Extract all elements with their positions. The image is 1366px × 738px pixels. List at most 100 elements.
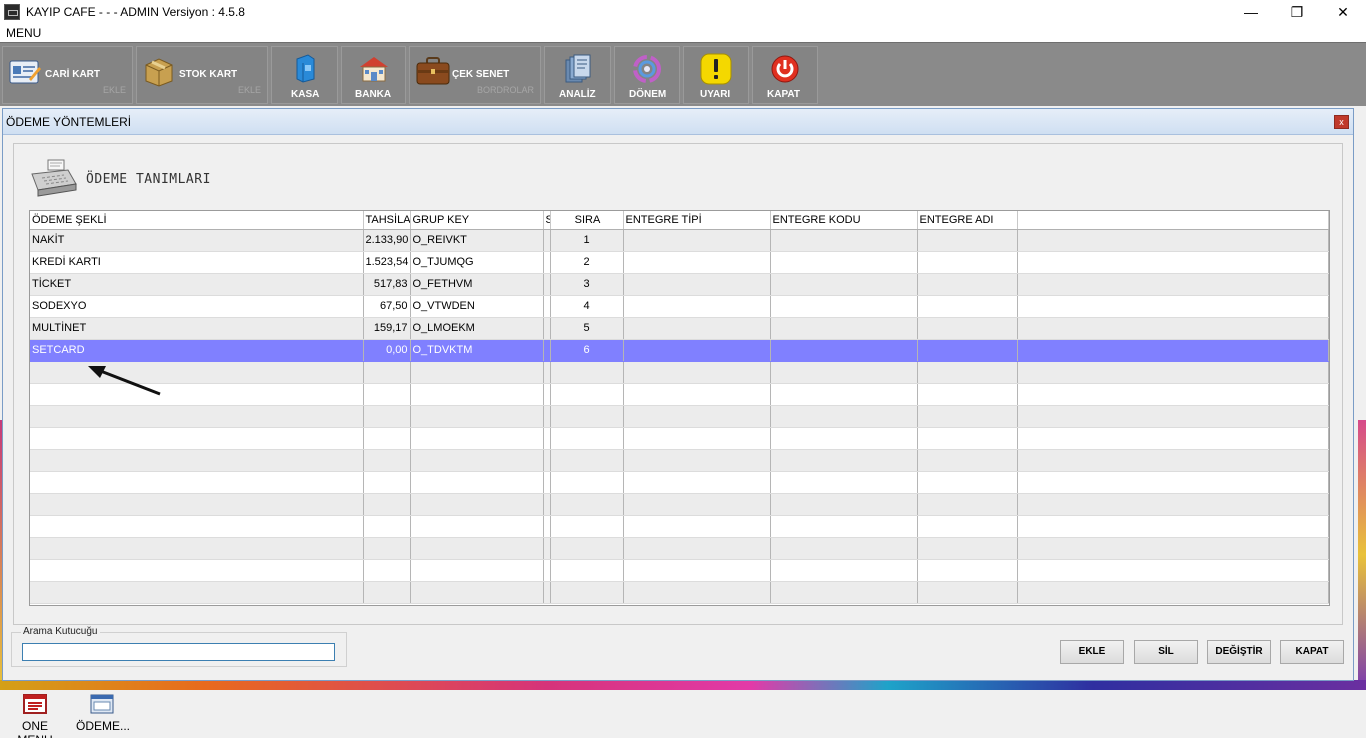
sil-button[interactable]: SİL — [1134, 640, 1198, 664]
cash-register-icon — [296, 54, 315, 83]
cell-empty — [917, 361, 1018, 384]
degistir-button[interactable]: DEĞİŞTİR — [1207, 640, 1271, 664]
dialog-close-button[interactable]: x — [1334, 115, 1349, 129]
cell-tahsilat: 67,50 — [363, 295, 411, 318]
maximize-button[interactable]: ❐ — [1274, 0, 1320, 24]
banka-button[interactable]: BANKA — [341, 46, 406, 104]
cell-empty — [410, 449, 544, 472]
kapat-button[interactable]: KAPAT — [1280, 640, 1344, 664]
minimize-button[interactable]: — — [1228, 0, 1274, 24]
column-header-tahsilat[interactable]: TAHSİLA — [363, 211, 411, 230]
analiz-label: ANALİZ — [559, 89, 596, 100]
cell-entegre-tipi — [623, 229, 771, 252]
search-input[interactable] — [22, 643, 335, 661]
cell-empty — [770, 427, 918, 450]
cell-empty — [30, 471, 364, 494]
kapat-toolbar-button[interactable]: KAPAT — [752, 46, 818, 104]
uyari-button[interactable]: UYARI — [683, 46, 749, 104]
cell-tahsilat: 1.523,54 — [363, 251, 411, 274]
cell-empty — [770, 581, 918, 604]
cell-entegre-kodu — [770, 251, 918, 274]
period-cycle-icon — [633, 55, 661, 83]
table-row-empty[interactable] — [30, 471, 1329, 494]
donem-button[interactable]: DÖNEM — [614, 46, 680, 104]
table-row-empty[interactable] — [30, 537, 1329, 560]
kasa-button[interactable]: KASA — [271, 46, 338, 104]
cell-empty — [363, 559, 411, 582]
cell-empty — [410, 427, 544, 450]
cell-empty — [543, 471, 551, 494]
column-header-sira[interactable]: SIRA — [550, 211, 624, 230]
analiz-button[interactable]: ANALİZ — [544, 46, 611, 104]
menu-item-menu[interactable]: MENU — [6, 26, 41, 40]
cell-empty — [917, 559, 1018, 582]
taskbar-item-odeme[interactable]: ÖDEME... — [76, 694, 130, 733]
cell-empty — [410, 493, 544, 516]
cell-sira: 5 — [550, 317, 624, 340]
cell-empty — [550, 361, 624, 384]
panel-title: ÖDEME TANIMLARI — [86, 172, 211, 187]
cell-empty — [917, 449, 1018, 472]
menu-bar: MENU — [0, 24, 1366, 42]
table-row-empty[interactable] — [30, 383, 1329, 406]
dialog-title-bar: ÖDEME YÖNTEMLERİ x — [3, 109, 1353, 135]
table-row[interactable]: KREDİ KARTI 1.523,54 O_TJUMQG 2 — [30, 251, 1329, 274]
cell-odeme-sekli: MULTİNET — [30, 317, 364, 340]
table-row-empty[interactable] — [30, 427, 1329, 450]
table-row-empty[interactable] — [30, 449, 1329, 472]
table-row-empty[interactable] — [30, 493, 1329, 516]
payment-methods-grid[interactable]: ÖDEME ŞEKLİ TAHSİLA GRUP KEY S SIRA ENTE… — [29, 210, 1330, 606]
table-row-empty[interactable] — [30, 559, 1329, 582]
table-row[interactable]: TİCKET 517,83 O_FETHVM 3 — [30, 273, 1329, 296]
column-header-entegre-tipi[interactable]: ENTEGRE TİPİ — [623, 211, 771, 230]
cell-tahsilat: 2.133,90 — [363, 229, 411, 252]
table-row-empty[interactable] — [30, 405, 1329, 428]
cell-entegre-kodu — [770, 295, 918, 318]
cek-senet-sublabel: BORDROLAR — [476, 85, 534, 95]
cell-entegre-adi — [917, 251, 1018, 274]
cell-empty — [543, 405, 551, 428]
cell-empty — [363, 383, 411, 406]
search-label: Arama Kutucuğu — [21, 626, 100, 637]
table-row[interactable]: NAKİT 2.133,90 O_REIVKT 1 — [30, 229, 1329, 252]
cell-entegre-tipi — [623, 273, 771, 296]
cell-grup-key: O_REIVKT — [410, 229, 544, 252]
column-header-s[interactable]: S — [543, 211, 551, 230]
cell-sira: 4 — [550, 295, 624, 318]
cell-entegre-adi — [917, 317, 1018, 340]
cell-empty — [1017, 361, 1329, 384]
column-header-entegre-adi[interactable]: ENTEGRE ADI — [917, 211, 1018, 230]
books-icon — [565, 54, 591, 83]
table-row-empty[interactable] — [30, 361, 1329, 384]
cell-empty — [30, 449, 364, 472]
column-header-entegre-kodu[interactable]: ENTEGRE KODU — [770, 211, 918, 230]
cell-empty — [1017, 383, 1329, 406]
cell-empty — [363, 449, 411, 472]
cari-kart-button[interactable]: CARİ KART EKLE — [2, 46, 133, 104]
cell-empty — [363, 581, 411, 604]
table-row[interactable]: MULTİNET 159,17 O_LMOEKM 5 — [30, 317, 1329, 340]
cell-empty — [550, 383, 624, 406]
warning-icon — [700, 53, 732, 85]
column-header-odeme-sekli[interactable]: ÖDEME ŞEKLİ — [30, 211, 364, 230]
cell-empty — [770, 515, 918, 538]
taskbar-item-one-menu[interactable]: ONE MENU — [4, 694, 66, 738]
close-button[interactable]: ✕ — [1320, 0, 1366, 24]
cell-empty — [410, 559, 544, 582]
cell-filler — [1017, 339, 1329, 362]
cell-empty — [917, 537, 1018, 560]
cek-senet-button[interactable]: ÇEK SENET BORDROLAR — [409, 46, 541, 104]
cell-empty — [1017, 581, 1329, 604]
table-row-empty[interactable] — [30, 581, 1329, 604]
annotation-arrow-icon — [88, 366, 161, 396]
cell-empty — [363, 537, 411, 560]
ekle-button[interactable]: EKLE — [1060, 640, 1124, 664]
stok-kart-button[interactable]: STOK KART EKLE — [136, 46, 268, 104]
table-row-empty[interactable] — [30, 515, 1329, 538]
cell-odeme-sekli: NAKİT — [30, 229, 364, 252]
table-row[interactable]: SODEXYO 67,50 O_VTWDEN 4 — [30, 295, 1329, 318]
cell-empty — [410, 361, 544, 384]
column-header-grup-key[interactable]: GRUP KEY — [410, 211, 544, 230]
table-row-selected[interactable]: SETCARD 0,00 O_TDVKTM 6 — [30, 339, 1329, 362]
cell-grup-key: O_TJUMQG — [410, 251, 544, 274]
